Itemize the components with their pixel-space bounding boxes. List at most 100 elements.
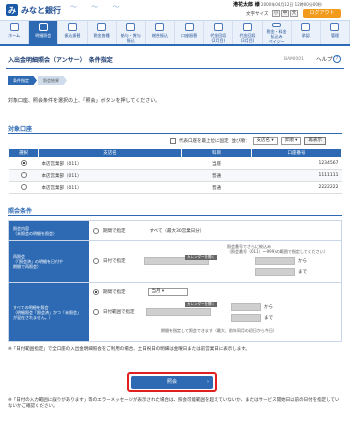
period-option-label: 期間で指定 [103, 290, 126, 295]
global-nav: ホーム 明細照会 振込振替 税金各種 給与・賞与 振込 総合振込 口座振替 代金… [0, 20, 350, 46]
table-row[interactable]: 本店営業部（011） 普通 1111111 [8, 169, 342, 182]
help-icon[interactable]: ? [333, 55, 341, 63]
screen-id: BAMI001 [284, 57, 304, 62]
range-option-label: 日付範囲で指定 [103, 310, 135, 315]
reread-hint: 照会番号でさらに絞込み （照会番号（011）～999)の範囲で指定してください） [227, 244, 328, 254]
font-mid-button[interactable]: 中 [281, 10, 289, 17]
instruction-text: 対象口座、照会条件を選択の上、「照会」ボタンを押してください。 [8, 98, 161, 104]
range-radio[interactable] [93, 309, 99, 315]
home-icon [9, 23, 19, 31]
nav-approval[interactable]: 承認 [292, 21, 321, 44]
row-label: すべての明細を照会 （明細照会「照会済」かつ「未照会」 が混在されません。） [9, 283, 89, 341]
unread-radio[interactable] [93, 228, 99, 234]
reread-option-label: 日付で指定 [103, 259, 126, 264]
to-label: まで [298, 270, 307, 275]
redisplay-button[interactable]: 再表示 [304, 137, 326, 145]
nav-collection-3[interactable]: 代金回収 (3月目) [233, 21, 263, 44]
nav-statement[interactable]: 明細照会 [29, 21, 59, 44]
branch-cell: 本店営業部（011） [38, 157, 182, 170]
from-label: から [298, 259, 307, 264]
nav-collection-2[interactable]: 代金回収 (2月目) [204, 21, 234, 44]
range-to-input[interactable] [231, 314, 261, 322]
period-select[interactable]: 当月 ▾ [147, 288, 188, 296]
number-from-input[interactable] [255, 257, 295, 265]
period-radio[interactable] [93, 289, 99, 295]
reread-radio[interactable] [93, 258, 99, 264]
sort-order-select[interactable]: 昇順 ▾ [280, 137, 302, 145]
table-row[interactable]: 本店営業部（011） 普通 2222222 [8, 181, 342, 194]
bird-decoration-icon: 〜 〜 〜 [70, 3, 126, 11]
row-label: 再照会 （「照会済」の明細を日付や 期間で再照会） [9, 241, 89, 282]
number-cell: 1111111 [251, 169, 342, 182]
section-divider [8, 215, 342, 216]
user-info: 港花太郎 様 2000年04月12日 12時00分00秒 [233, 2, 322, 8]
type-cell: 普通 [181, 169, 252, 182]
number-cell: 2222222 [251, 181, 342, 194]
type-cell: 当座 [181, 157, 252, 170]
footer-note: ※「日付の入力範囲に誤りがあります」等のエラーメッセージが表示された場合は、照会… [8, 398, 340, 409]
font-small-button[interactable]: 小 [272, 10, 280, 17]
type-cell: 普通 [181, 181, 252, 194]
user-name: 港花太郎 様 [233, 2, 260, 8]
col-branch: 支店名 [38, 148, 182, 158]
range-from-input[interactable] [231, 303, 261, 311]
col-select: 選択 [8, 148, 39, 158]
condition-row-reread: 再照会 （「照会済」の明細を日付や 期間で再照会） 日付で指定 照会番号でさらに… [9, 241, 341, 283]
bank-logo[interactable]: みみなと銀行 [6, 3, 61, 17]
bulk-transfer-icon [155, 23, 165, 31]
chevron-right-icon: › [207, 378, 209, 385]
unread-option-label: 期間で指定 [103, 229, 126, 234]
row-label: 照会内容 （未照会の明細を照会） [9, 221, 89, 240]
nav-admin[interactable]: 管理 [321, 21, 350, 44]
step-current: 条件指定 [8, 76, 37, 85]
nav-home[interactable]: ホーム [0, 21, 30, 44]
number-to-input[interactable] [255, 268, 295, 276]
nav-bulk-transfer[interactable]: 総合振込 [146, 21, 176, 44]
statement-icon [38, 23, 48, 31]
condition-row-unread: 照会内容 （未照会の明細を照会） 期間で指定 すべて（最大30営業日分） [9, 221, 341, 241]
unread-option-text: すべて（最大30営業日分） [149, 229, 205, 234]
account-radio[interactable] [20, 172, 27, 179]
condition-note: ※「日付範囲指定」で全口座の入出金明細照会をご利用の場合、土日祝日の明細は金曜日… [8, 347, 250, 352]
collection-icon [213, 23, 223, 31]
sort-toolbar: 代表口座を最上位に固定 並び順： 支店名 ▾ 昇順 ▾ 再表示 [170, 137, 326, 145]
sort-label: 並び順： [231, 139, 250, 144]
logo-mark-icon: み [6, 4, 18, 16]
condition-form: 照会内容 （未照会の明細を照会） 期間で指定 すべて（最大30営業日分） 再照会 … [8, 220, 342, 342]
calendar-button[interactable]: カレンダーを開く [185, 255, 217, 260]
nav-transfer[interactable]: 振込振替 [58, 21, 88, 44]
account-transfer-icon [184, 23, 194, 31]
logout-button[interactable]: ログアウト [303, 9, 341, 18]
inquiry-button[interactable]: 照会 › [131, 375, 213, 389]
section-title-conditions: 照会条件 [8, 208, 33, 215]
section-divider [8, 133, 342, 134]
approval-icon [301, 23, 311, 31]
range-date-input[interactable] [145, 308, 211, 316]
nav-payeasy[interactable]: 税金・料金 払込み ペイジー [263, 21, 292, 44]
title-divider [6, 68, 344, 69]
step-next: 照会結果 [38, 76, 67, 85]
account-radio[interactable] [20, 184, 27, 191]
font-large-button[interactable]: 大 [290, 10, 298, 17]
nav-account-transfer[interactable]: 口座振替 [175, 21, 205, 44]
account-table: 選択 支店名 科目 口座番号 本店営業部（011） 当座 1234567 本店営… [8, 148, 342, 194]
tax-icon [97, 23, 107, 31]
sort-key-select[interactable]: 支店名 ▾ [252, 137, 278, 145]
to-label: まで [264, 316, 273, 321]
last-login: 2000年04月12日 12時00分00秒 [261, 2, 322, 7]
col-type: 科目 [181, 148, 252, 158]
admin-icon [330, 23, 340, 31]
table-row[interactable]: 本店営業部（011） 当座 1234567 [8, 157, 342, 170]
nav-tax[interactable]: 税金各種 [88, 21, 117, 44]
account-radio[interactable] [20, 160, 27, 167]
section-title-accounts: 対象口座 [8, 126, 33, 133]
pin-primary-label: 代表口座を最上位に固定 [179, 139, 229, 144]
help-link[interactable]: ヘルプ [316, 55, 333, 63]
pin-primary-checkbox[interactable] [170, 138, 176, 144]
branch-cell: 本店営業部（011） [38, 169, 182, 182]
from-label: から [264, 305, 273, 310]
payment-icon [272, 23, 282, 27]
calendar-button[interactable]: カレンダーを開く [185, 302, 217, 307]
nav-payroll[interactable]: 給与・賞与 振込 [117, 21, 146, 44]
range-note: 期間を指定して照会できます（最大、前年同月の初日から今日） [161, 328, 277, 333]
